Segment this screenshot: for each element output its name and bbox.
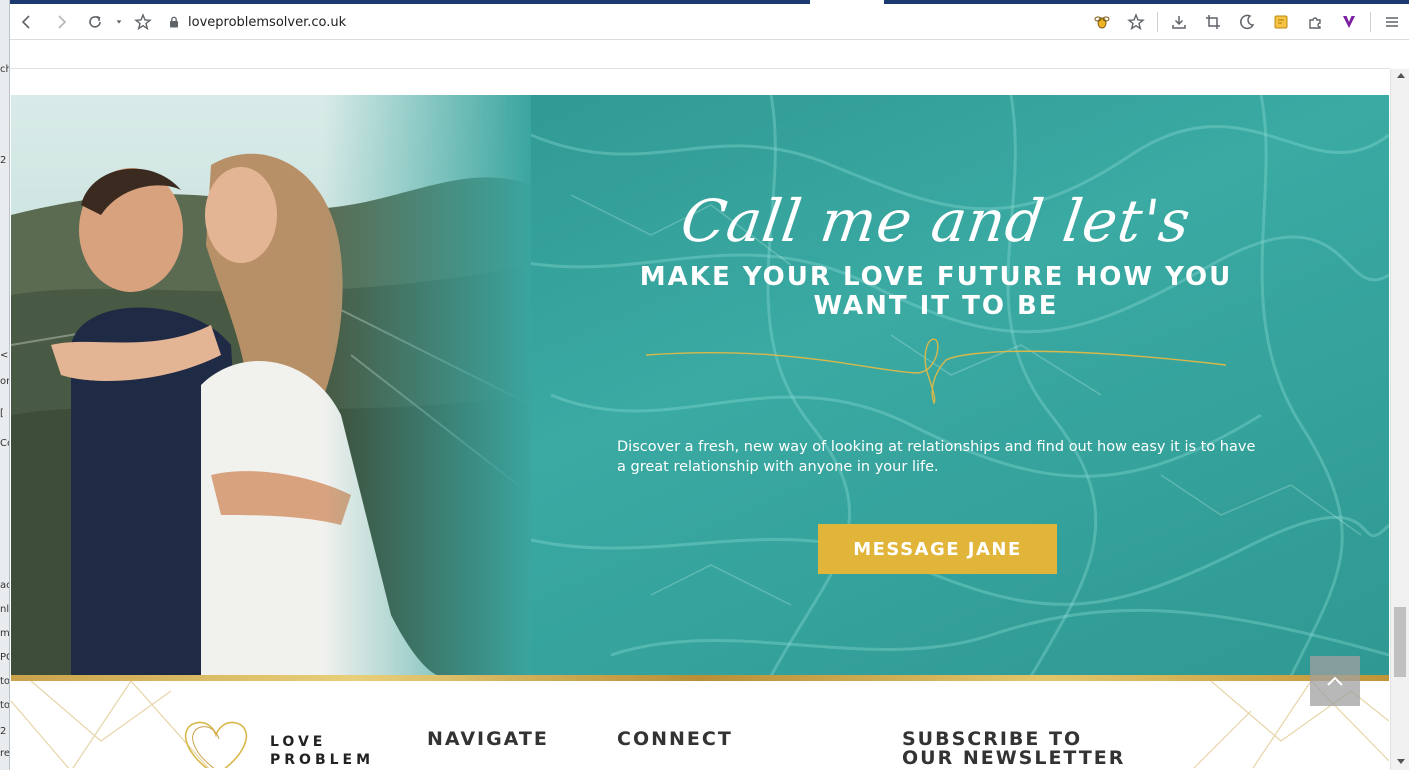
background-window-edge: ch 2 < on [ Co ac nlo m PC to to 2 re — [0, 0, 10, 770]
hero-script-line: Call me and let's — [676, 187, 1196, 255]
footer-logo-text: LOVE PROBLEM — [270, 733, 374, 768]
vertical-scrollbar[interactable] — [1390, 69, 1409, 770]
hero-headline: MAKE YOUR LOVE FUTURE HOW YOU WANT IT TO… — [639, 262, 1233, 321]
message-jane-button[interactable]: MESSAGE JANE — [818, 524, 1057, 574]
star-icon[interactable] — [126, 5, 160, 39]
extension-bee-icon[interactable] — [1085, 5, 1119, 39]
logo-line-2: PROBLEM — [270, 752, 375, 768]
scrollbar-thumb[interactable] — [1394, 607, 1406, 677]
bookmark-star-icon[interactable] — [1119, 5, 1153, 39]
hero-description: Discover a fresh, new way of looking at … — [617, 439, 1256, 475]
night-mode-icon[interactable] — [1230, 5, 1264, 39]
browser-toolbar: loveproblemsolver.co.uk — [10, 5, 1409, 40]
page-viewport: Call me and let's MAKE YOUR LOVE FUTURE … — [10, 41, 1390, 768]
lock-icon — [170, 16, 178, 28]
subscribe-line-2: OUR NEWSLETTER — [902, 747, 1126, 768]
puzzle-icon[interactable] — [1298, 5, 1332, 39]
subscribe-heading: SUBSCRIBE TO OUR NEWSLETTER — [902, 730, 1125, 768]
forward-icon[interactable] — [44, 5, 78, 39]
footer-section: LOVE PROBLEM NAVIGATE CONNECT SUBSCRIBE … — [11, 681, 1389, 768]
scroll-up-arrow-icon[interactable] — [1397, 73, 1405, 78]
hero-section: Call me and let's MAKE YOUR LOVE FUTURE … — [11, 95, 1389, 676]
gold-flourish-divider — [645, 338, 1227, 405]
back-icon[interactable] — [10, 5, 44, 39]
menu-icon[interactable] — [1375, 5, 1409, 39]
vpn-icon[interactable] — [1332, 5, 1366, 39]
reload-dropdown-icon[interactable] — [112, 5, 126, 39]
notes-icon[interactable] — [1264, 5, 1298, 39]
url-text: loveproblemsolver.co.uk — [188, 14, 347, 30]
browser-window: loveproblemsolver.co.uk Call me and let'… — [10, 0, 1409, 770]
chevron-up-icon — [1327, 676, 1343, 686]
scroll-down-arrow-icon[interactable] — [1397, 759, 1405, 764]
logo-heart-icon — [184, 721, 248, 768]
couple-photo — [11, 95, 531, 676]
connect-heading: CONNECT — [617, 728, 733, 750]
address-bar[interactable]: loveproblemsolver.co.uk — [168, 15, 346, 30]
back-to-top-button[interactable] — [1310, 656, 1360, 706]
reload-icon[interactable] — [78, 5, 112, 39]
logo-line-1: LOVE — [270, 734, 327, 750]
crop-icon[interactable] — [1196, 5, 1230, 39]
hero-text-block: Call me and let's MAKE YOUR LOVE FUTURE … — [611, 185, 1261, 405]
navigate-heading: NAVIGATE — [427, 728, 549, 750]
download-icon[interactable] — [1162, 5, 1196, 39]
